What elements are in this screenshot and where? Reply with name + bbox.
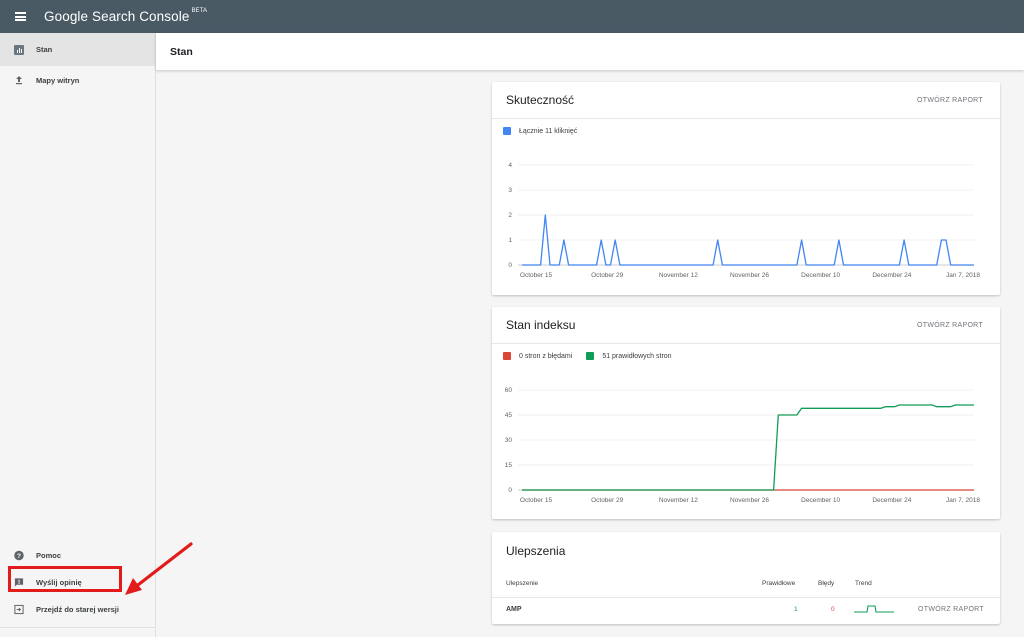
legend-item-errors[interactable]: 0 stron z błędami — [503, 352, 572, 360]
upload-icon — [14, 75, 24, 85]
legend-label: 0 stron z błędami — [519, 352, 573, 360]
stats-icon — [14, 44, 24, 55]
x-tick-label: December 24 — [872, 497, 911, 504]
open-report-link[interactable]: OTWÓRZ RAPORT — [917, 97, 983, 104]
legend-swatch — [503, 127, 511, 135]
y-tick-label: 15 — [505, 462, 513, 469]
card-title: Skuteczność — [506, 93, 575, 107]
chart-legend: 0 stron z błędami 51 prawidłowych stron — [492, 344, 1000, 360]
x-tick-label: Jan 7, 2018 — [946, 272, 980, 279]
enhancement-name: AMP — [506, 606, 522, 613]
open-report-link[interactable]: OTWÓRZ RAPORT — [918, 606, 984, 613]
y-tick-label: 0 — [508, 262, 512, 269]
top-app-bar: Google Search Console BETA — [0, 0, 1024, 33]
x-tick-label: October 29 — [591, 497, 624, 504]
open-report-link[interactable]: OTWÓRZ RAPORT — [917, 322, 983, 329]
column-header-name: Ulepszenie — [506, 580, 539, 587]
x-tick-label: December 10 — [801, 272, 840, 279]
legend-item-clicks[interactable]: Łącznie 11 kliknięć — [503, 127, 577, 135]
sidebar-item-label: Mapy witryn — [36, 75, 80, 85]
x-tick-label: Jan 7, 2018 — [946, 497, 980, 504]
y-tick-label: 0 — [508, 487, 512, 494]
sidebar-item-sitemaps[interactable]: Mapy witryn — [0, 66, 155, 94]
card-header: Stan indeksu OTWÓRZ RAPORT — [492, 307, 1000, 344]
column-header-valid: Prawidłowe — [762, 580, 796, 587]
x-tick-label: November 12 — [659, 497, 698, 504]
y-tick-label: 1 — [508, 237, 512, 244]
annotation-highlight-box — [8, 566, 122, 592]
annotation-arrow-icon — [125, 542, 193, 595]
x-tick-label: November 12 — [659, 272, 698, 279]
y-tick-label: 60 — [505, 387, 513, 394]
valid-count: 1 — [794, 606, 798, 613]
performance-chart: 0 1 2 3 4 October 15 October 29 November 12 Nove… — [508, 162, 980, 279]
exit-icon — [14, 604, 24, 615]
legend-item-valid[interactable]: 51 prawidłowych stron — [586, 352, 672, 360]
y-tick-label: 45 — [505, 412, 513, 419]
trend-sparkline — [854, 605, 894, 613]
series-line — [522, 404, 974, 491]
app-title-text: Google Search Console — [44, 9, 190, 24]
svg-text:?: ? — [17, 553, 21, 560]
sidebar-item-label: Przejdź do starej wersji — [36, 605, 119, 614]
hamburger-icon — [14, 12, 26, 21]
help-icon: ? — [14, 550, 24, 561]
y-tick-label: 3 — [508, 187, 512, 194]
y-tick-label: 30 — [505, 437, 513, 444]
table-header: Ulepszenie Prawidłowe Błędy Trend — [492, 580, 1000, 592]
column-header-errors: Błędy — [818, 580, 835, 587]
index-coverage-card: Stan indeksu OTWÓRZ RAPORT 0 stron z błę… — [492, 307, 1000, 519]
legend-swatch — [586, 352, 595, 360]
menu-button[interactable] — [0, 0, 40, 33]
page-header: Stan — [156, 33, 1024, 70]
index-coverage-chart: 0 15 30 45 60 October 15 October 29 November 12… — [505, 387, 981, 504]
legend-swatch — [503, 352, 511, 360]
app-title[interactable]: Google Search Console BETA — [44, 8, 208, 24]
page-title: Stan — [170, 45, 193, 58]
table-row[interactable]: AMP 1 0 OTWÓRZ RAPORT — [492, 597, 1000, 623]
x-tick-label: December 24 — [872, 272, 911, 279]
sidebar-item-stan[interactable]: Stan — [0, 33, 155, 66]
x-tick-label: November 26 — [730, 497, 769, 504]
chart-legend: Łącznie 11 kliknięć — [492, 119, 1000, 135]
legend-label: 51 prawidłowych stron — [602, 352, 672, 360]
performance-card: Skuteczność OTWÓRZ RAPORT Łącznie 11 kli… — [492, 82, 1000, 295]
sidebar-item-label: Pomoc — [36, 551, 62, 560]
beta-badge: BETA — [191, 8, 208, 14]
error-count: 0 — [831, 606, 835, 613]
legend-label: Łącznie 11 kliknięć — [519, 127, 578, 135]
sidebar-divider — [0, 627, 155, 628]
column-header-trend: Trend — [855, 580, 872, 587]
card-header: Ulepszenia — [492, 532, 1000, 569]
y-tick-label: 4 — [508, 162, 512, 169]
sidebar-item-old-version[interactable]: Przejdź do starej wersji — [0, 596, 155, 623]
card-title: Ulepszenia — [506, 543, 566, 558]
y-tick-label: 2 — [508, 212, 512, 219]
x-tick-label: October 15 — [520, 272, 553, 279]
card-header: Skuteczność OTWÓRZ RAPORT — [492, 82, 1000, 119]
x-tick-label: November 26 — [730, 272, 769, 279]
x-tick-label: December 10 — [801, 497, 840, 504]
card-title: Stan indeksu — [506, 318, 576, 332]
x-tick-label: October 15 — [520, 497, 553, 504]
enhancements-card: Ulepszenia Ulepszenie Prawidłowe Błędy T… — [492, 532, 1000, 624]
sidebar-item-label: Stan — [36, 45, 53, 54]
x-tick-label: October 29 — [591, 272, 624, 279]
